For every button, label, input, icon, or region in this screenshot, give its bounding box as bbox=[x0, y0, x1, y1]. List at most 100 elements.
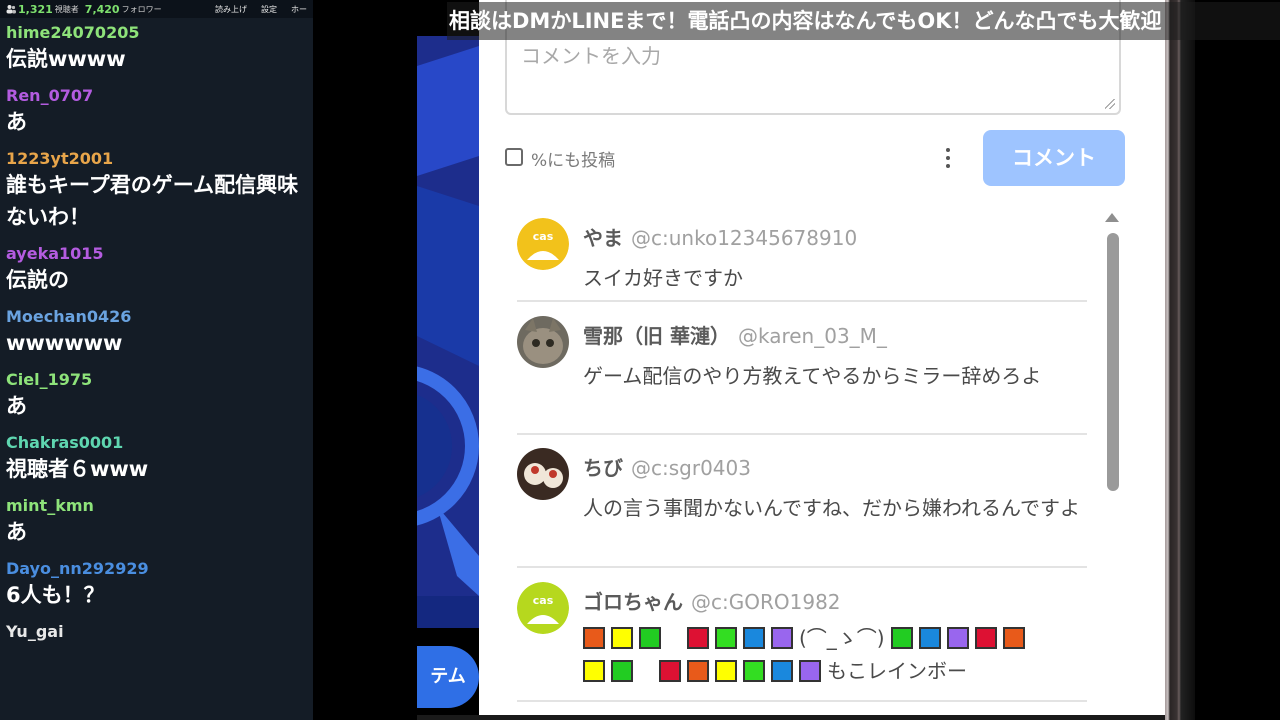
read-aloud-link[interactable]: 読み上げ bbox=[215, 4, 247, 15]
color-square bbox=[639, 627, 661, 649]
comment-handle: @c:GORO1982 bbox=[691, 590, 841, 614]
chat-username[interactable]: mint_kmn bbox=[6, 491, 307, 516]
comment-text: (⌒_ゝ⌒) もこレインボー bbox=[583, 622, 1083, 688]
window-edge bbox=[1165, 0, 1195, 720]
also-post-checkbox[interactable] bbox=[505, 148, 523, 166]
color-square bbox=[890, 627, 913, 649]
chat-username[interactable]: Yu_gai bbox=[6, 617, 307, 642]
side-menu-button[interactable]: テム bbox=[417, 646, 479, 708]
color-square bbox=[974, 627, 997, 649]
more-options-icon[interactable] bbox=[945, 148, 951, 170]
follower-label: フォロワー bbox=[121, 4, 162, 14]
color-square bbox=[715, 627, 737, 649]
avatar[interactable]: cas bbox=[517, 582, 569, 634]
chat-message: Yu_gai bbox=[0, 617, 313, 642]
emoji-row: もこレインボー bbox=[583, 655, 1083, 688]
chat-message-text: 誰もキープ君のゲーム配信興味ないわ！ bbox=[6, 173, 299, 229]
comment-text: スイカ好きですか bbox=[583, 266, 743, 290]
color-square bbox=[946, 627, 969, 649]
ticker-banner: 相談はDMかLINEまで！電話凸の内容はなんでもOK！どんな凸でも大歓迎 bbox=[447, 2, 1280, 40]
viewer-label: 視聴者 bbox=[54, 4, 79, 14]
settings-link[interactable]: 設定 bbox=[261, 4, 277, 15]
chat-message-text: 伝説wwww bbox=[6, 47, 126, 71]
chat-username[interactable]: Ren_0707 bbox=[6, 81, 307, 106]
chat-username[interactable]: ayeka1015 bbox=[6, 239, 307, 264]
chat-username[interactable]: Dayo_nn292929 bbox=[6, 554, 307, 579]
kaomoji: (⌒_ゝ⌒) bbox=[799, 626, 885, 650]
chat-message-text: wwwwww bbox=[6, 331, 123, 355]
chat-message: Ren_0707 あ bbox=[0, 81, 313, 138]
chat-username[interactable]: Chakras0001 bbox=[6, 428, 307, 453]
color-square bbox=[687, 660, 709, 682]
color-square bbox=[799, 660, 821, 682]
comment-text: ゲーム配信のやり方教えてやるからミラー辞めろよ bbox=[583, 364, 1042, 388]
comment-text: 人の言う事聞かないんですね、だから嫌われるんですよ bbox=[583, 496, 1080, 520]
chat-message: Dayo_nn292929 6人も！？ bbox=[0, 554, 313, 611]
color-square bbox=[611, 627, 633, 649]
comment-handle: @c:unko12345678910 bbox=[631, 226, 858, 250]
svg-text:cas: cas bbox=[533, 230, 554, 243]
chat-message: Chakras0001 視聴者６www bbox=[0, 428, 313, 485]
divider bbox=[517, 566, 1087, 568]
comment-panel: コメントを入力 %にも投稿 コメント cas やま @c:unko12345678… bbox=[479, 0, 1165, 715]
comment-input-placeholder: コメントを入力 bbox=[521, 44, 661, 68]
bottom-strip bbox=[417, 715, 1165, 720]
comment-author[interactable]: ちび bbox=[583, 456, 623, 480]
comment-author[interactable]: 雪那（旧 華漣） bbox=[583, 324, 730, 348]
divider bbox=[517, 700, 1087, 702]
chat-message-text: あ bbox=[6, 394, 27, 418]
color-square bbox=[611, 660, 633, 682]
chat-username[interactable]: 1223yt2001 bbox=[6, 144, 307, 169]
color-square bbox=[687, 627, 709, 649]
avatar[interactable]: cas bbox=[517, 218, 569, 270]
chat-message-text: 視聴者６www bbox=[6, 457, 149, 481]
chat-message: hime24070205 伝説wwww bbox=[0, 18, 313, 75]
color-square bbox=[771, 660, 793, 682]
svg-text:cas: cas bbox=[533, 594, 554, 607]
avatar[interactable] bbox=[517, 316, 569, 368]
comment-item: cas ゴロちゃん @c:GORO1982 (⌒_ゝ⌒) もこレインボー bbox=[517, 582, 1087, 692]
emoji-row: (⌒_ゝ⌒) bbox=[583, 622, 1083, 655]
also-post-label: %にも投稿 bbox=[531, 151, 616, 171]
chat-message: ayeka1015 伝説の bbox=[0, 239, 313, 296]
color-square bbox=[771, 627, 793, 649]
chat-message: 1223yt2001 誰もキープ君のゲーム配信興味ないわ！ bbox=[0, 144, 313, 233]
comment-item: 雪那（旧 華漣） @karen_03_M_ ゲーム配信のやり方教えてやるからミラー… bbox=[517, 316, 1087, 426]
chat-message-text: 伝説の bbox=[6, 268, 69, 292]
color-square bbox=[583, 627, 605, 649]
follower-count: 7,420 bbox=[84, 2, 120, 16]
comment-handle: @c:sgr0403 bbox=[631, 456, 751, 480]
chat-message-list: hime24070205 伝説wwww Ren_0707 あ 1223yt2001 誰もキ… bbox=[0, 18, 313, 642]
screen-capture: テム コメントを入力 %にも投稿 コメント cas やま @c:unko12345… bbox=[417, 0, 1280, 720]
home-link[interactable]: ホー bbox=[291, 4, 307, 15]
chat-username[interactable]: Ciel_1975 bbox=[6, 365, 307, 390]
color-square bbox=[918, 627, 941, 649]
color-square bbox=[743, 660, 765, 682]
chat-message-text: あ bbox=[6, 110, 27, 134]
divider bbox=[517, 433, 1087, 435]
viewers-icon bbox=[6, 5, 16, 14]
chat-message: mint_kmn あ bbox=[0, 491, 313, 548]
chat-header: 1,321 視聴者 7,420 フォロワー 読み上げ 設定 ホー bbox=[0, 0, 313, 18]
background-artwork bbox=[417, 36, 479, 628]
comment-item: cas やま @c:unko12345678910 スイカ好きですか bbox=[517, 218, 1087, 290]
divider bbox=[517, 300, 1087, 302]
color-square bbox=[659, 660, 681, 682]
comment-author[interactable]: やま bbox=[583, 226, 623, 250]
chat-username[interactable]: Moechan0426 bbox=[6, 302, 307, 327]
viewer-count: 1,321 bbox=[18, 2, 53, 16]
comment-submit-button[interactable]: コメント bbox=[983, 130, 1125, 186]
scrollbar-thumb[interactable] bbox=[1107, 233, 1119, 491]
chat-message-text: あ bbox=[6, 520, 27, 544]
comment-handle: @karen_03_M_ bbox=[737, 324, 887, 348]
scroll-up-arrow-icon[interactable] bbox=[1105, 213, 1119, 222]
chat-username[interactable]: hime24070205 bbox=[6, 18, 307, 43]
resize-grip-icon[interactable] bbox=[1105, 99, 1115, 109]
comment-item: ちび @c:sgr0403 人の言う事聞かないんですね、だから嫌われるんですよ bbox=[517, 448, 1087, 558]
comment-trailing-text: もこレインボー bbox=[827, 659, 967, 683]
color-square bbox=[715, 660, 737, 682]
comment-author[interactable]: ゴロちゃん bbox=[583, 590, 683, 614]
color-square bbox=[1002, 627, 1025, 649]
avatar[interactable] bbox=[517, 448, 569, 500]
chat-message: Moechan0426 wwwwww bbox=[0, 302, 313, 359]
